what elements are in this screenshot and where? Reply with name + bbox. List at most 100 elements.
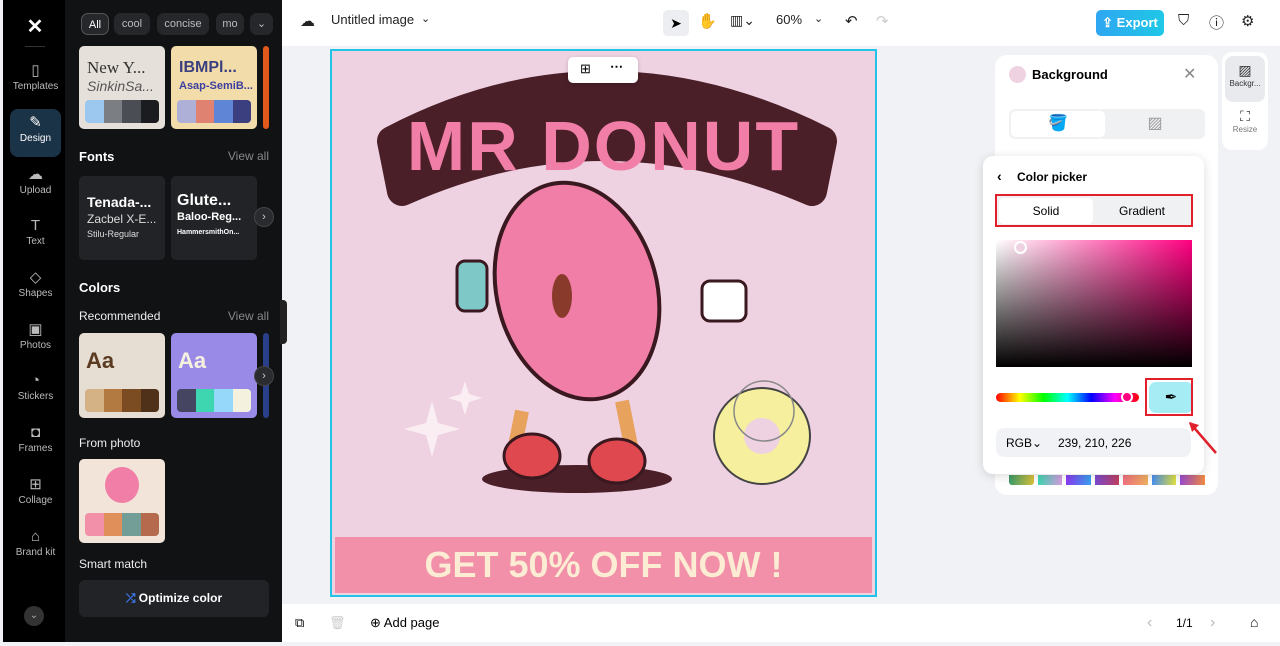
close-icon[interactable]: ✕ [1183, 64, 1196, 84]
select-tool-icon[interactable]: ➤ [663, 10, 689, 36]
background-tab[interactable]: ▨ Backgr... [1225, 56, 1265, 102]
brand-kit-icon: ⌂ [30, 528, 41, 545]
paint-bucket-icon[interactable]: 🪣 [1011, 111, 1105, 137]
design-panel: All cool concise mo ⌄ New Y... SinkinSa.… [65, 0, 282, 642]
hand-tool-icon[interactable]: ✋ [698, 12, 717, 30]
saturation-area[interactable] [996, 240, 1192, 367]
text-icon: T [30, 217, 41, 234]
undo-icon[interactable]: ↶ [845, 12, 858, 30]
canvas-floating-toolbar: ⊞ ⋯ [568, 57, 638, 83]
colors-view-all[interactable]: View all [228, 309, 269, 323]
photos-icon: ▣ [28, 321, 43, 338]
promo-banner[interactable]: GET 50% OFF NOW ! [335, 537, 872, 593]
panel-collapse-handle[interactable] [280, 300, 287, 344]
redo-icon[interactable]: ↷ [876, 12, 889, 30]
replace-image-icon[interactable]: ⊞ [580, 61, 591, 77]
rail-item-photos[interactable]: ▣ Photos [10, 316, 61, 364]
palette-swatches [85, 389, 159, 412]
rail-item-design[interactable]: ✎ Design [10, 109, 61, 157]
chevron-right-icon[interactable]: › [254, 366, 274, 386]
chip-cool[interactable]: cool [114, 13, 150, 35]
help-icon[interactable]: ⓘ [1209, 12, 1224, 33]
rail-item-frames[interactable]: ◘ Frames [10, 419, 61, 467]
rail-item-label: Stickers [17, 391, 54, 402]
shield-icon[interactable]: ⛉ [1178, 12, 1189, 29]
fonts-heading: Fonts [79, 149, 115, 164]
hue-handle[interactable] [1121, 391, 1133, 403]
rail-item-shapes[interactable]: ◇ Shapes [10, 264, 61, 312]
theme-card[interactable]: New Y... SinkinSa... [79, 46, 165, 129]
theme-card[interactable]: IBMPl... Asap-SemiB... [171, 46, 257, 129]
rail-item-text[interactable]: T Text [10, 212, 61, 260]
panel-title: Background [1032, 67, 1108, 82]
palette-card[interactable]: Aa [79, 333, 165, 418]
font-card[interactable]: Glute... Baloo-Reg... HammersmithOn... [171, 176, 257, 260]
back-icon[interactable]: ‹ [997, 168, 1002, 184]
fonts-view-all[interactable]: View all [228, 149, 269, 163]
rail-item-label: Text [26, 236, 45, 247]
hue-slider[interactable] [996, 391, 1139, 403]
saturation-handle[interactable] [1014, 241, 1027, 254]
cloud-icon[interactable]: ☁ [300, 12, 315, 30]
picker-title: Color picker [1017, 170, 1088, 184]
photo-palette-card[interactable] [79, 459, 165, 543]
highlight-box [995, 194, 1193, 227]
rail-item-label: Upload [19, 185, 52, 196]
palette-swatches [177, 389, 251, 412]
chevron-down-icon[interactable]: ⌄ [421, 12, 430, 25]
rail-item-stickers[interactable]: ◔ Stickers [10, 367, 61, 415]
rail-item-collage[interactable]: ⊞ Collage [10, 471, 61, 519]
optimize-color-button[interactable]: ⤮ Optimize color [79, 580, 269, 617]
rail-item-label: Design [19, 133, 52, 144]
duplicate-page-icon[interactable]: ⧉ [295, 615, 304, 631]
bottom-bar: ⧉ 🗑 ⊕ Add page ‹ 1/1 › ⌂ [282, 604, 1280, 642]
chip-more[interactable]: mo [216, 13, 244, 35]
rail-item-label: Brand kit [15, 547, 56, 558]
color-picker-popup: ‹ Color picker Solid Gradient ✒ RGB⌄ 239… [983, 156, 1204, 474]
page-indicator: 1/1 [1176, 616, 1193, 630]
color-mode-select[interactable]: RGB⌄ [1006, 436, 1042, 450]
headline-text[interactable]: MR DONUT [332, 106, 875, 186]
fill-type-tabs: 🪣 ▨ [1009, 109, 1205, 139]
frames-icon: ◘ [30, 424, 41, 441]
rail-item-brand-kit[interactable]: ⌂ Brand kit [10, 523, 61, 579]
add-page-button[interactable]: ⊕ Add page [370, 615, 439, 631]
rail-item-upload[interactable]: ☁ Upload [10, 161, 61, 209]
rail-item-label: Photos [19, 340, 52, 351]
rgb-value-input[interactable]: 239, 210, 226 [1058, 436, 1131, 450]
document-title[interactable]: Untitled image [331, 12, 414, 27]
palette-swatches [85, 513, 159, 536]
chevron-down-icon[interactable]: ⌄ [24, 606, 44, 626]
palette-card[interactable]: Aa [171, 333, 257, 418]
chip-all[interactable]: All [81, 13, 109, 35]
delete-icon[interactable]: 🗑 [329, 615, 346, 631]
theme-swatches [85, 100, 159, 123]
settings-icon[interactable]: ⚙ [1241, 12, 1254, 30]
chips-expand-button[interactable]: ⌄ [250, 13, 273, 35]
rail-item-templates[interactable]: ▯ Templates [10, 57, 61, 105]
more-icon[interactable]: ⋯ [610, 59, 623, 75]
color-value-field: RGB⌄ 239, 210, 226 [996, 428, 1191, 457]
capcut-logo: ✕ [26, 16, 44, 38]
prev-page-icon[interactable]: ‹ [1147, 614, 1152, 632]
recommended-label: Recommended [79, 309, 161, 323]
chevron-down-icon[interactable]: ⌄ [814, 12, 823, 25]
zoom-level[interactable]: 60% [776, 12, 802, 27]
chip-concise[interactable]: concise [157, 13, 209, 35]
from-photo-label: From photo [79, 436, 141, 450]
export-button[interactable]: ⇪ Export [1096, 10, 1164, 36]
theme-card-partial[interactable] [263, 46, 269, 129]
background-color-swatch[interactable] [1009, 66, 1026, 83]
layers-icon[interactable]: ⌂ [1250, 614, 1258, 630]
shuffle-icon: ⤮ [125, 591, 136, 605]
pattern-icon[interactable]: ▨ [1107, 111, 1203, 137]
smart-match-label: Smart match [79, 557, 148, 571]
chevron-right-icon[interactable]: › [254, 207, 274, 227]
design-canvas[interactable]: MR DONUT GET 50% OFF NOW ! [330, 49, 877, 597]
font-card[interactable]: Tenada-... Zacbel X-E... Stilu-Regular [79, 176, 165, 260]
divider [25, 46, 45, 47]
layout-icon[interactable]: ▥⌄ [730, 12, 755, 29]
resize-tab[interactable]: ⛶ Resize [1225, 108, 1265, 146]
stickers-icon: ◔ [30, 372, 41, 389]
next-page-icon[interactable]: › [1210, 614, 1215, 632]
